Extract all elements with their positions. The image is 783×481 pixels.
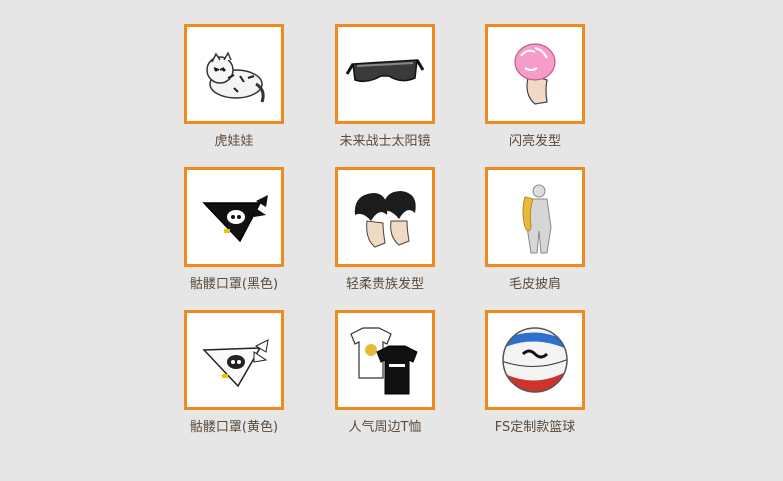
reward-item-skull-mask-black[interactable]: 骷髅口罩(黑色): [159, 167, 309, 292]
item-thumbnail[interactable]: [335, 167, 435, 267]
item-label: FS定制款篮球: [494, 420, 576, 435]
item-label: 虎娃娃: [214, 134, 254, 149]
item-label: 人气周边T恤: [348, 420, 422, 435]
pink-hair-icon: [514, 43, 556, 105]
reward-item-fur-shawl[interactable]: 毛皮披肩: [460, 167, 610, 292]
item-label: 轻柔贵族发型: [345, 277, 424, 292]
skull-mask-black-icon: [202, 195, 268, 243]
item-label: 毛皮披肩: [508, 277, 561, 292]
item-thumbnail[interactable]: [485, 310, 585, 410]
item-thumbnail[interactable]: [184, 24, 284, 124]
skull-mask-yellow-icon: [202, 339, 269, 388]
item-thumbnail[interactable]: [335, 310, 435, 410]
sunglasses-icon: [345, 59, 425, 83]
reward-item-noble-hairstyle[interactable]: 轻柔贵族发型: [310, 167, 460, 292]
reward-item-tshirt[interactable]: 人气周边T恤: [310, 310, 460, 435]
reward-item-future-sunglasses[interactable]: 未来战士太阳镜: [310, 24, 460, 149]
item-thumbnail[interactable]: [184, 310, 284, 410]
item-thumbnail[interactable]: [184, 167, 284, 267]
item-label: 骷髅口罩(黄色): [189, 420, 279, 435]
fur-shawl-icon: [522, 184, 552, 254]
reward-item-pink-hairstyle[interactable]: 闪亮发型: [460, 24, 610, 149]
noble-hair-icon: [354, 191, 416, 248]
item-label: 未来战士太阳镜: [339, 134, 431, 149]
item-thumbnail[interactable]: [485, 167, 585, 267]
reward-item-tiger-plush[interactable]: 虎娃娃: [159, 24, 309, 149]
item-thumbnail[interactable]: [335, 24, 435, 124]
tiger-plush-icon: [206, 51, 265, 103]
reward-item-basketball[interactable]: FS定制款篮球: [460, 310, 610, 435]
reward-grid: 虎娃娃 未来战士太阳镜 闪亮发型 骷髅口罩(黑色) 轻柔贵族发型 毛皮披肩 骷髅…: [0, 0, 783, 481]
reward-item-skull-mask-yellow[interactable]: 骷髅口罩(黄色): [159, 310, 309, 435]
item-thumbnail[interactable]: [485, 24, 585, 124]
tshirt-icon: [350, 327, 418, 395]
item-label: 闪亮发型: [508, 134, 561, 149]
item-label: 骷髅口罩(黑色): [189, 277, 279, 292]
basketball-icon: [502, 327, 568, 393]
